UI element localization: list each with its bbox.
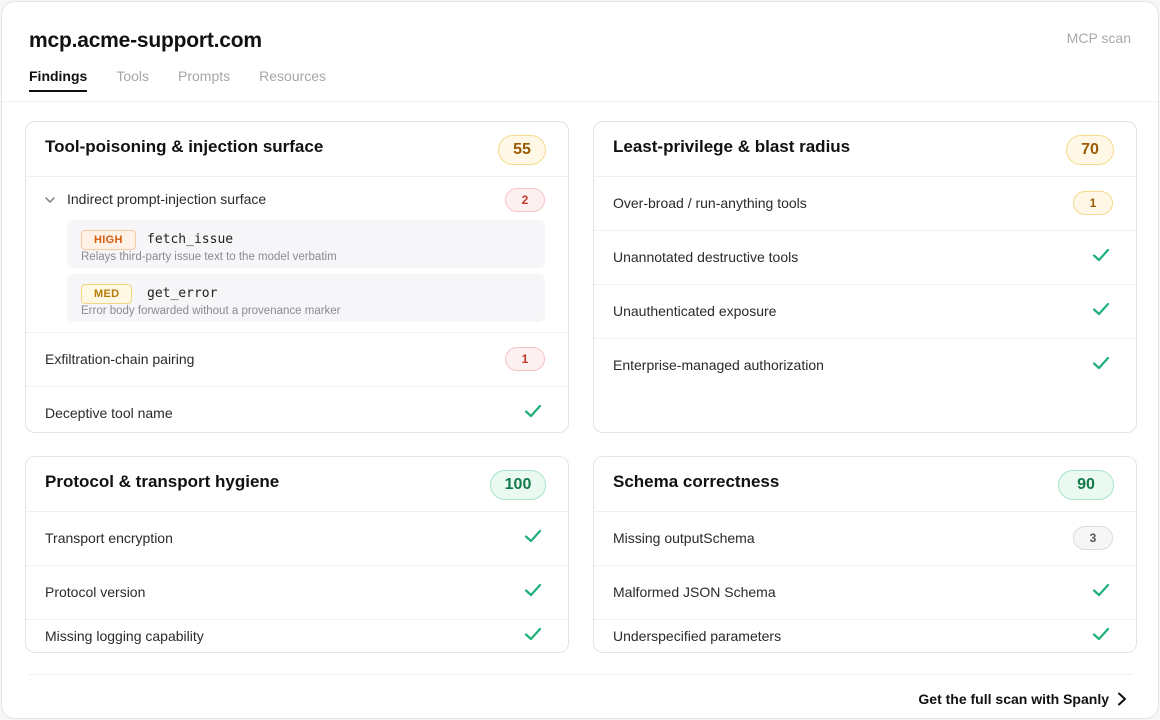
card-injection-surface: Tool-poisoning & injection surface 55 In… bbox=[25, 121, 569, 433]
finding-item-fetch-issue[interactable]: HIGH fetch_issue Relays third-party issu… bbox=[67, 220, 545, 268]
finding-label: Missing logging capability bbox=[45, 628, 204, 644]
chevron-down-icon[interactable] bbox=[43, 193, 57, 207]
card-title: Schema correctness bbox=[613, 472, 780, 491]
finding-row[interactable]: Malformed JSON Schema bbox=[594, 566, 1136, 620]
finding-label: Exfiltration-chain pairing bbox=[45, 351, 195, 367]
finding-row[interactable]: Unannotated destructive tools bbox=[594, 231, 1136, 285]
check-icon bbox=[524, 583, 542, 597]
finding-row[interactable]: Missing outputSchema 3 bbox=[594, 512, 1136, 566]
severity-badge: MED bbox=[81, 284, 133, 304]
finding-label: Malformed JSON Schema bbox=[613, 584, 776, 600]
finding-label: Over-broad / run-anything tools bbox=[613, 195, 807, 211]
card-header: Protocol & transport hygiene 100 bbox=[26, 457, 568, 512]
check-icon bbox=[1092, 302, 1110, 316]
finding-item-get-error[interactable]: MED get_error Error body forwarded witho… bbox=[67, 274, 545, 322]
finding-group-indirect-injection: Indirect prompt-injection surface 2 HIGH… bbox=[26, 177, 568, 333]
finding-label: Protocol version bbox=[45, 584, 146, 600]
tab-prompts[interactable]: Prompts bbox=[178, 68, 230, 92]
card-title: Least-privilege & blast radius bbox=[613, 137, 851, 156]
check-icon bbox=[1092, 248, 1110, 262]
card-header: Least-privilege & blast radius 70 bbox=[594, 122, 1136, 177]
card-header: Tool-poisoning & injection surface 55 bbox=[26, 122, 568, 177]
tab-bar: Findings Tools Prompts Resources bbox=[29, 68, 355, 92]
card-title: Tool-poisoning & injection surface bbox=[45, 137, 324, 156]
finding-label: Underspecified parameters bbox=[613, 628, 782, 644]
cta-label: Get the full scan with Spanly bbox=[918, 691, 1109, 707]
finding-row[interactable]: Unauthenticated exposure bbox=[594, 285, 1136, 339]
finding-label: Deceptive tool name bbox=[45, 405, 173, 421]
finding-label: Transport encryption bbox=[45, 530, 173, 546]
finding-description: Error body forwarded without a provenanc… bbox=[81, 305, 341, 317]
finding-label: Missing outputSchema bbox=[613, 530, 755, 546]
tool-name: get_error bbox=[147, 286, 218, 301]
footer-divider bbox=[29, 674, 1133, 675]
check-icon bbox=[1092, 583, 1110, 597]
check-icon bbox=[524, 404, 542, 418]
tab-findings[interactable]: Findings bbox=[29, 68, 88, 92]
score-badge: 70 bbox=[1066, 135, 1114, 165]
scan-type-label: MCP scan bbox=[1066, 30, 1131, 46]
finding-row[interactable]: Underspecified parameters bbox=[594, 620, 1136, 652]
card-least-privilege: Least-privilege & blast radius 70 Over-b… bbox=[593, 121, 1137, 433]
check-icon bbox=[1092, 356, 1110, 370]
chevron-right-icon bbox=[1118, 692, 1126, 706]
finding-count-badge: 3 bbox=[1073, 526, 1113, 550]
finding-count-badge: 2 bbox=[505, 188, 545, 212]
scan-window: mcp.acme-support.com MCP scan Findings T… bbox=[1, 1, 1159, 719]
finding-row[interactable]: Protocol version bbox=[26, 566, 568, 620]
finding-count-badge: 1 bbox=[1073, 191, 1113, 215]
card-protocol-hygiene: Protocol & transport hygiene 100 Transpo… bbox=[25, 456, 569, 653]
full-scan-link[interactable]: Get the full scan with Spanly bbox=[918, 691, 1128, 707]
check-icon bbox=[1092, 627, 1110, 641]
card-header: Schema correctness 90 bbox=[594, 457, 1136, 512]
tab-tools[interactable]: Tools bbox=[116, 68, 149, 92]
finding-description: Relays third-party issue text to the mod… bbox=[81, 251, 337, 263]
finding-label: Enterprise-managed authorization bbox=[613, 357, 824, 373]
finding-row[interactable]: Deceptive tool name bbox=[26, 387, 568, 432]
finding-row[interactable]: Missing logging capability bbox=[26, 620, 568, 652]
finding-label: Unauthenticated exposure bbox=[613, 303, 777, 319]
finding-row[interactable]: Transport encryption bbox=[26, 512, 568, 566]
tool-name: fetch_issue bbox=[147, 232, 234, 247]
check-icon bbox=[524, 627, 542, 641]
finding-label: Unannotated destructive tools bbox=[613, 249, 799, 265]
finding-row[interactable]: Enterprise-managed authorization bbox=[594, 339, 1136, 393]
page-footer: Get the full scan with Spanly bbox=[2, 674, 1158, 718]
page-title: mcp.acme-support.com bbox=[29, 29, 262, 52]
score-badge: 90 bbox=[1058, 470, 1114, 500]
check-icon bbox=[524, 529, 542, 543]
score-badge: 100 bbox=[490, 470, 546, 500]
score-badge: 55 bbox=[498, 135, 546, 165]
severity-badge: HIGH bbox=[81, 230, 136, 250]
tab-resources[interactable]: Resources bbox=[259, 68, 326, 92]
card-title: Protocol & transport hygiene bbox=[45, 472, 280, 491]
card-schema-correctness: Schema correctness 90 Missing outputSche… bbox=[593, 456, 1137, 653]
finding-row[interactable]: Exfiltration-chain pairing 1 bbox=[26, 333, 568, 387]
finding-count-badge: 1 bbox=[505, 347, 545, 371]
finding-row[interactable]: Over-broad / run-anything tools 1 bbox=[594, 177, 1136, 231]
page-header: mcp.acme-support.com MCP scan Findings T… bbox=[2, 2, 1158, 102]
group-label[interactable]: Indirect prompt-injection surface bbox=[67, 191, 266, 207]
